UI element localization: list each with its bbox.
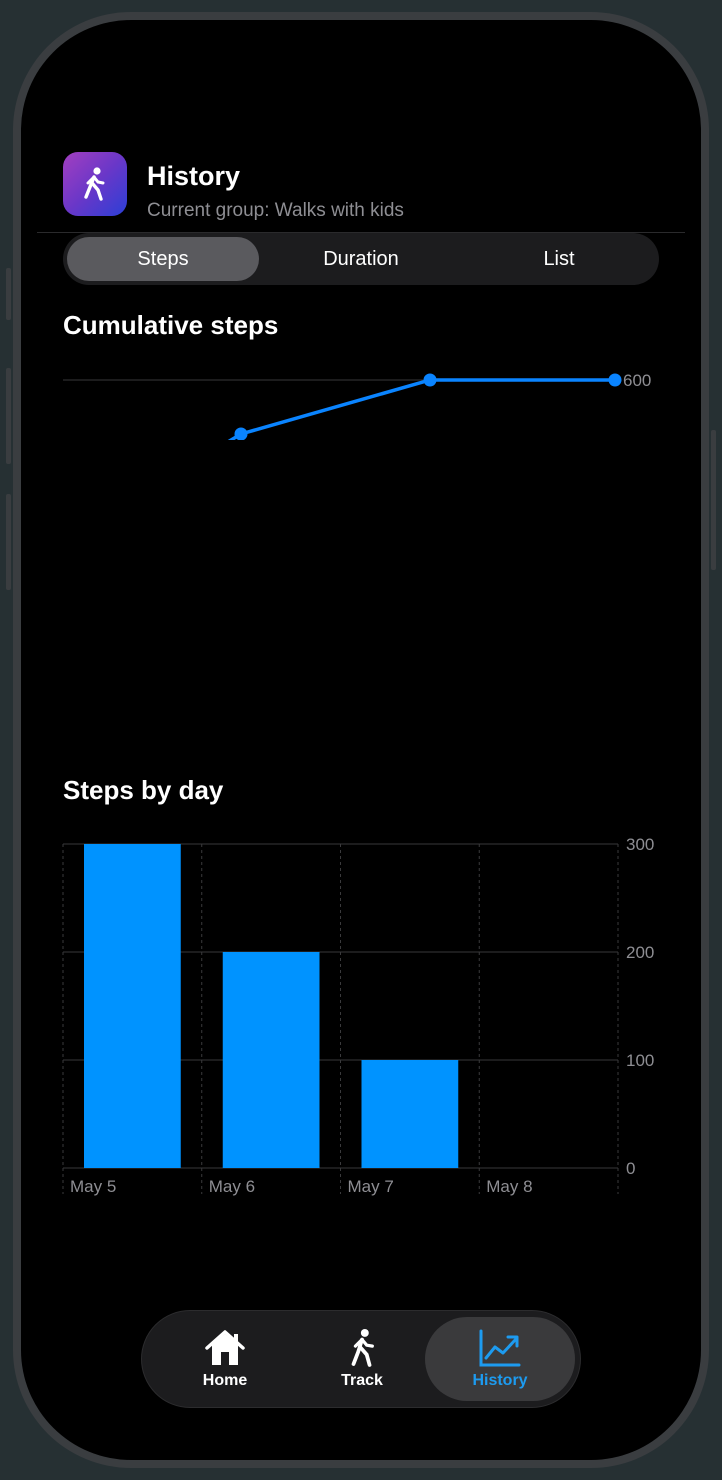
walking-person-icon bbox=[351, 1328, 374, 1367]
steps-by-day-chart: 0 100 200 300 May 5 May 6 May 7 May 8 bbox=[62, 835, 654, 1196]
tab-track-label: Track bbox=[341, 1372, 383, 1389]
screen: History Current group: Walks with kids S… bbox=[21, 20, 701, 1460]
phone-frame: History Current group: Walks with kids S… bbox=[13, 12, 709, 1468]
volume-down-button bbox=[6, 494, 11, 590]
bar bbox=[222, 952, 320, 1168]
power-button bbox=[711, 430, 716, 570]
y-tick-label: 100 bbox=[626, 1051, 654, 1070]
tab-history-label: History bbox=[472, 1372, 528, 1389]
action-button bbox=[6, 268, 11, 320]
bar bbox=[361, 1060, 459, 1168]
y-tick-label: 0 bbox=[626, 1159, 635, 1178]
x-tick-label: May 8 bbox=[486, 1177, 532, 1196]
tab-track[interactable]: Track bbox=[287, 1317, 437, 1401]
tab-bar: Home Track History bbox=[141, 1310, 581, 1408]
x-tick-label: May 7 bbox=[348, 1177, 394, 1196]
y-tick-label: 300 bbox=[626, 835, 654, 854]
bar bbox=[84, 844, 181, 1168]
house-icon bbox=[205, 1330, 245, 1365]
line-chart-icon bbox=[479, 1329, 521, 1367]
x-tick-label: May 5 bbox=[70, 1177, 116, 1196]
tab-home[interactable]: Home bbox=[150, 1317, 300, 1401]
y-tick-label: 200 bbox=[626, 943, 654, 962]
volume-up-button bbox=[6, 368, 11, 464]
tab-history[interactable]: History bbox=[425, 1317, 575, 1401]
tab-home-label: Home bbox=[202, 1372, 248, 1389]
x-tick-label: May 6 bbox=[209, 1177, 255, 1196]
